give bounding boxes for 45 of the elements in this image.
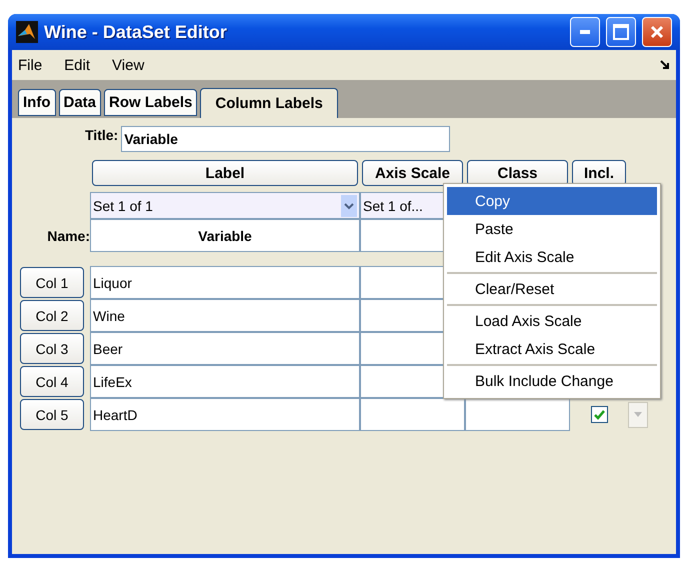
close-icon [650,25,664,39]
chevron-down-icon [341,194,357,216]
caret-down-icon [634,412,642,417]
name-cell[interactable]: Variable [90,219,360,252]
include-checkbox[interactable] [590,406,608,423]
dock-arrow-icon[interactable] [660,60,670,70]
close-button[interactable] [642,17,672,47]
title-label: Title: [85,127,118,143]
title-field[interactable]: Variable [121,126,450,152]
menu-option[interactable]: Extract Axis Scale [447,335,657,363]
menu-option[interactable]: Edit Axis Scale [447,243,657,271]
column-button[interactable]: Col 1 [20,267,84,298]
maximize-button[interactable] [606,17,636,47]
column-button[interactable]: Col 3 [20,333,84,364]
name-label: Name: [47,228,90,244]
table-cell[interactable] [360,398,465,431]
app-logo-icon [16,21,38,43]
column-header-button[interactable]: Label [92,160,358,186]
label-cell[interactable]: LifeEx [90,365,360,398]
column-button[interactable]: Col 5 [20,399,84,430]
scroll-down-button[interactable] [628,402,648,428]
label-cell[interactable]: HeartD [90,398,360,431]
menu-item[interactable]: File [18,56,42,74]
menu-item[interactable]: View [112,56,144,74]
menu-option[interactable]: Load Axis Scale [447,307,657,335]
label-cell[interactable]: Liquor [90,266,360,299]
label-cell[interactable]: Beer [90,332,360,365]
set-dropdown[interactable]: Set 1 of 1 [90,192,360,219]
column-button[interactable]: Col 2 [20,300,84,331]
menu-option[interactable]: Clear/Reset [447,275,657,303]
tab[interactable]: Info [18,89,56,116]
tab[interactable]: Row Labels [104,89,198,116]
column-button[interactable]: Col 4 [20,366,84,397]
minimize-button[interactable] [570,17,600,47]
tab[interactable]: Data [58,89,102,116]
menu-option[interactable]: Bulk Include Change [447,367,657,395]
tab[interactable]: Column Labels [200,88,338,118]
menu-option[interactable]: Copy [447,187,657,215]
table-cell[interactable] [465,398,570,431]
window-title: Wine - DataSet Editor [44,22,228,42]
maximize-icon [613,24,629,40]
minimize-icon [580,30,590,34]
menu-item[interactable]: Edit [64,56,90,74]
label-cell[interactable]: Wine [90,299,360,332]
column-header-button[interactable]: Axis Scale [362,160,463,186]
